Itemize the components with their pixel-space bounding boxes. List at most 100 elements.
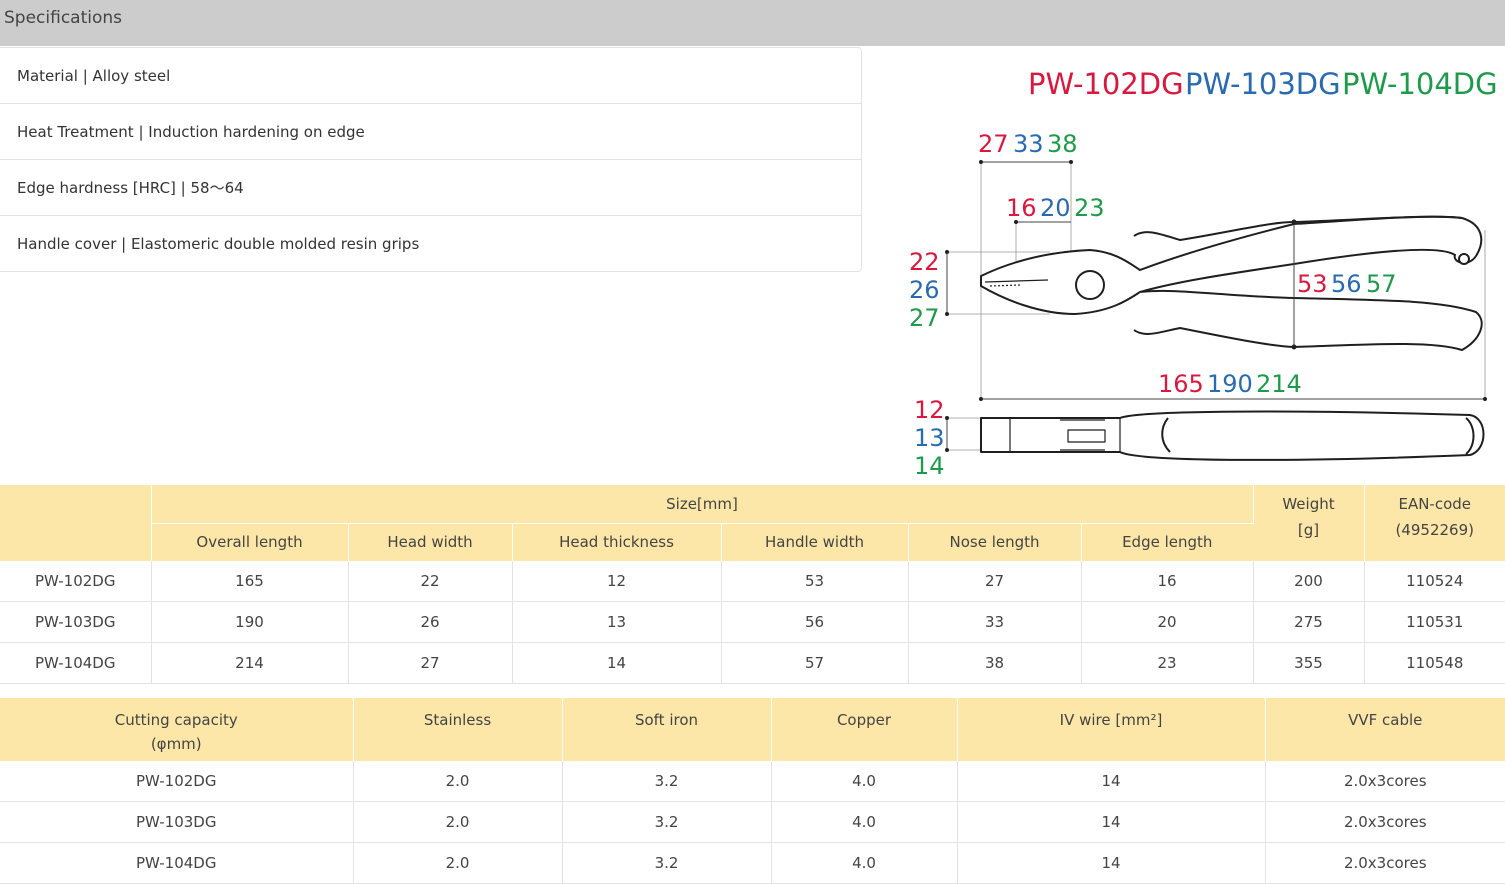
table-cell: 4.0: [771, 801, 958, 843]
dim-point: [979, 397, 983, 401]
table-row: PW-102DG 165 22 12 53 27 16 200 110524: [0, 561, 1505, 602]
pliers-top-view: [980, 215, 1483, 351]
col-head-thickness: Head thickness: [512, 523, 722, 561]
col-head-width: Head width: [348, 523, 513, 561]
dim-point: [945, 312, 949, 316]
weight-header-unit: [g]: [1297, 521, 1320, 539]
model-cell: PW-102DG: [0, 561, 152, 602]
dim-point: [979, 160, 983, 164]
size-table: Size[mm] Weight [g] EAN-code (4952269) Ove…: [0, 485, 1505, 684]
spec-handle-cover: Handle cover | Elastomeric double molded…: [17, 235, 420, 253]
section-title: Specifications: [4, 8, 123, 28]
edge-length-1: 16: [1006, 194, 1037, 222]
dim-point: [945, 448, 949, 452]
table-cell: 14: [957, 801, 1266, 843]
table-cell: 14: [512, 642, 722, 684]
dim-point: [1014, 220, 1018, 224]
table-cell: 33: [908, 601, 1082, 643]
table-cell: 190: [151, 601, 349, 643]
nose-length-3: 38: [1047, 130, 1078, 158]
model-cell: PW-104DG: [0, 642, 152, 684]
table-cell: 53: [721, 561, 909, 602]
table-cell: 275: [1253, 601, 1365, 643]
table-cell: 4.0: [771, 842, 958, 884]
col-vvf-cable: VVF cable: [1265, 698, 1505, 761]
model-cell: PW-104DG: [0, 842, 354, 884]
size-group-header: Size[mm]: [151, 485, 1254, 524]
overall-length-3: 214: [1256, 370, 1302, 398]
handle-width-3: 57: [1366, 270, 1397, 298]
dim-point: [1291, 219, 1297, 225]
spec-list: Material | Alloy steel Heat Treatment | …: [0, 47, 862, 272]
head-thickness-2: 13: [914, 424, 945, 452]
diagram-model-3: PW-104DG: [1342, 67, 1498, 101]
table-cell: 2.0x3cores: [1265, 842, 1505, 884]
table-row: PW-104DG 214 27 14 57 38 23 355 110548: [0, 642, 1505, 684]
pliers-dimension-diagram: PW-102DG PW-103DG PW-104DG 27 33 38 16 2…: [909, 67, 1498, 480]
table-cell: 14: [957, 842, 1266, 884]
model-cell: PW-103DG: [0, 601, 152, 643]
head-thickness-3: 14: [914, 452, 945, 480]
table-cell: 200: [1253, 561, 1365, 602]
table-row: PW-103DG 190 26 13 56 33 20 275 110531: [0, 601, 1505, 643]
cutting-capacity-label: Cutting capacity: [114, 711, 238, 729]
table-cell: 4.0: [771, 761, 958, 802]
nose-length-2: 33: [1013, 130, 1044, 158]
specifications-header[interactable]: Specifications: [0, 0, 1505, 46]
col-stainless: Stainless: [353, 698, 563, 761]
model-header-cell: [0, 485, 152, 561]
diagram-model-1: PW-102DG: [1028, 67, 1184, 101]
weight-header: Weight [g]: [1253, 485, 1365, 561]
edge-length-2: 20: [1040, 194, 1071, 222]
model-cell: PW-102DG: [0, 761, 354, 802]
handle-width-2: 56: [1331, 270, 1362, 298]
table-cell: 22: [348, 561, 513, 602]
dim-point: [1483, 397, 1487, 401]
overall-length-2: 190: [1207, 370, 1253, 398]
ean-header-prefix: (4952269): [1395, 521, 1474, 539]
table-cell: 2.0: [353, 842, 563, 884]
head-width-2: 26: [909, 276, 940, 304]
table-cell: 56: [721, 601, 909, 643]
table-cell: 3.2: [562, 761, 772, 802]
table-cell: 214: [151, 642, 349, 684]
cutting-capacity-header: Cutting capacity (φmm): [0, 698, 354, 761]
model-cell: PW-103DG: [0, 801, 354, 843]
pliers-side-view: [980, 410, 1485, 461]
table-row: PW-102DG 2.0 3.2 4.0 14 2.0x3cores: [0, 761, 1505, 802]
head-width-3: 27: [909, 304, 940, 332]
col-overall-length: Overall length: [151, 523, 349, 561]
table-cell: 2.0: [353, 801, 563, 843]
cutting-capacity-table: Cutting capacity (φmm) Stainless Soft iro…: [0, 698, 1505, 884]
table-cell: 3.2: [562, 842, 772, 884]
col-soft-iron: Soft iron: [562, 698, 772, 761]
table-cell: 13: [512, 601, 722, 643]
cutting-capacity-unit: (φmm): [150, 735, 202, 753]
dim-point: [1069, 160, 1073, 164]
table-cell: 355: [1253, 642, 1365, 684]
col-iv-wire: IV wire [mm²]: [957, 698, 1266, 761]
spec-material: Material | Alloy steel: [0, 48, 861, 104]
col-nose-length: Nose length: [908, 523, 1082, 561]
table-cell: 16: [1081, 561, 1254, 602]
table-cell: 3.2: [562, 801, 772, 843]
table-cell: 2.0x3cores: [1265, 801, 1505, 843]
ean-header: EAN-code (4952269): [1364, 485, 1505, 561]
head-width-1: 22: [909, 248, 940, 276]
table-cell: 26: [348, 601, 513, 643]
table-cell: 38: [908, 642, 1082, 684]
overall-length-1: 165: [1158, 370, 1204, 398]
table-cell: 57: [721, 642, 909, 684]
table-cell: 110531: [1364, 601, 1505, 643]
table-cell: 12: [512, 561, 722, 602]
table-cell: 27: [908, 561, 1082, 602]
spec-heat-treatment: Heat Treatment | Induction hardening on …: [0, 104, 861, 160]
table-cell: 23: [1081, 642, 1254, 684]
head-thickness-1: 12: [914, 396, 945, 424]
spec-edge-hardness: Edge hardness [HRC] | 58～64: [0, 160, 861, 216]
edge-length-3: 23: [1074, 194, 1105, 222]
dim-point: [945, 250, 949, 254]
table-cell: 110524: [1364, 561, 1505, 602]
table-cell: 110548: [1364, 642, 1505, 684]
dim-point: [945, 416, 949, 420]
